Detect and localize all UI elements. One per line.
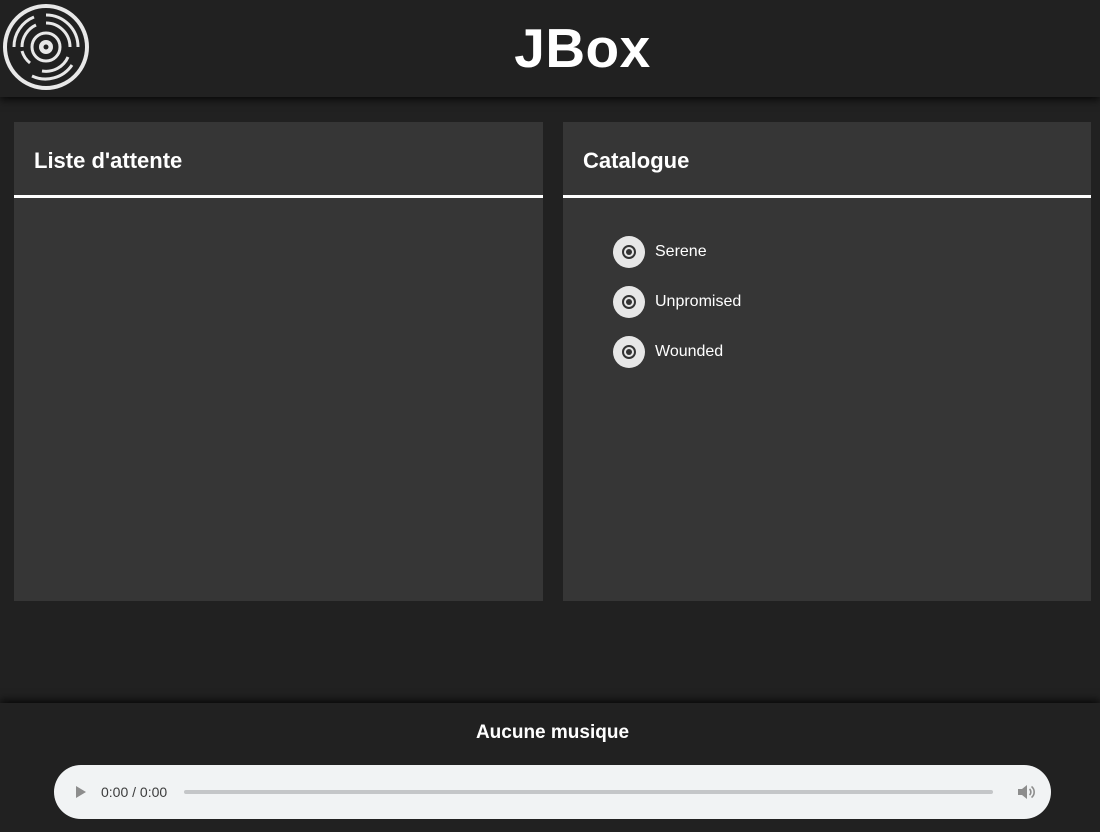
queue-title: Liste d'attente: [34, 148, 183, 173]
track-name: Unpromised: [655, 293, 742, 310]
track-name: Serene: [655, 243, 707, 260]
catalog-item-serene[interactable]: Serene: [613, 227, 1091, 277]
disc-icon: [613, 236, 645, 268]
audio-player: 0:00 / 0:00: [54, 765, 1051, 819]
queue-panel-header: Liste d'attente: [14, 122, 543, 198]
catalog-item-wounded[interactable]: Wounded: [613, 327, 1091, 377]
volume-icon[interactable]: [1016, 782, 1036, 802]
player-bar: Aucune musique 0:00 / 0:00: [0, 703, 1100, 832]
disc-icon: [613, 336, 645, 368]
catalog-list: Serene Unpromised Wounded: [563, 198, 1091, 377]
catalog-panel-header: Catalogue: [563, 122, 1091, 198]
catalog-panel: Catalogue Serene Unpromised Wounded: [563, 122, 1091, 601]
now-playing-label: Aucune musique: [475, 722, 630, 743]
time-readout: 0:00 / 0:00: [101, 784, 168, 800]
catalog-item-unpromised[interactable]: Unpromised: [613, 277, 1091, 327]
track-name: Wounded: [655, 343, 724, 360]
disc-icon: [613, 286, 645, 318]
catalog-title: Catalogue: [583, 148, 690, 173]
play-icon[interactable]: [76, 786, 86, 798]
seek-bar[interactable]: [184, 790, 993, 794]
app-title: JBox: [514, 17, 651, 79]
queue-panel: Liste d'attente: [14, 122, 543, 601]
app-header: JBox: [0, 0, 1100, 97]
